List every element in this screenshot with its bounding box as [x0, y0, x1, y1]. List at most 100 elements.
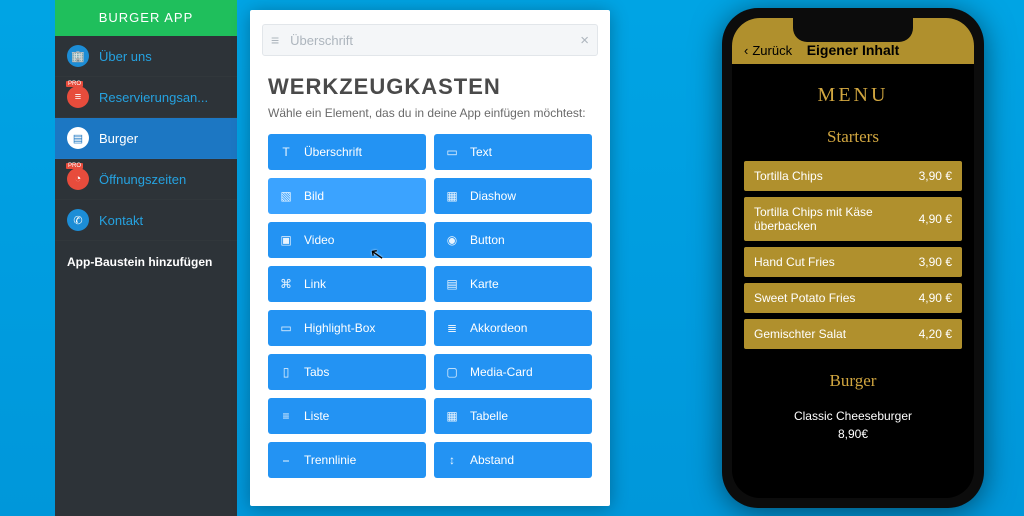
tool-label: Bild	[304, 189, 324, 203]
menu-item-price: 8,90€	[744, 425, 962, 443]
menu-item[interactable]: Tortilla Chips mit Käse überbacken 4,90 €	[744, 197, 962, 241]
tool-divider[interactable]: ⎯ Trennlinie	[268, 442, 426, 478]
tool-map[interactable]: ▤ Karte	[434, 266, 592, 302]
mediacard-tool-icon: ▢	[444, 365, 460, 379]
tool-tabs[interactable]: ▯ Tabs	[268, 354, 426, 390]
phone-content: MENU Starters Tortilla Chips 3,90 € Torti…	[732, 64, 974, 453]
menu-list-starters: Tortilla Chips 3,90 € Tortilla Chips mit …	[744, 161, 962, 349]
tool-slideshow[interactable]: ▦ Diashow	[434, 178, 592, 214]
tool-label: Tabs	[304, 365, 329, 379]
menu-section-heading: Burger	[744, 371, 962, 391]
menu-item-name: Tortilla Chips	[754, 169, 823, 183]
tool-accordion[interactable]: ≣ Akkordeon	[434, 310, 592, 346]
tool-label: Video	[304, 233, 334, 247]
tool-label: Abstand	[470, 453, 514, 467]
building-icon: 🏢	[67, 45, 89, 67]
tool-label: Tabelle	[470, 409, 508, 423]
tool-label: Akkordeon	[470, 321, 527, 335]
editor-panel: ≡ Überschrift × WERKZEUGKASTEN Wähle ein…	[250, 10, 610, 506]
tool-link[interactable]: ⌘ Link	[268, 266, 426, 302]
menu-item-price: 3,90 €	[919, 169, 952, 183]
clock-icon: ◔	[67, 168, 89, 190]
menu-item-name: Gemischter Salat	[754, 327, 846, 341]
add-module-button[interactable]: App-Baustein hinzufügen	[55, 241, 237, 283]
phone-icon: ✆	[67, 209, 89, 231]
tool-image[interactable]: ▧ Bild	[268, 178, 426, 214]
phone-page-title: Eigener Inhalt	[732, 42, 974, 58]
tool-label: Karte	[470, 277, 499, 291]
tool-label: Trennlinie	[304, 453, 356, 467]
sidebar-item-label: Über uns	[99, 49, 152, 64]
text-tool-icon: ▭	[444, 145, 460, 159]
sidebar-item-label: Kontakt	[99, 213, 143, 228]
link-tool-icon: ⌘	[278, 277, 294, 291]
list-icon: ≡	[67, 86, 89, 108]
sidebar-item-contact[interactable]: ✆ Kontakt	[55, 200, 237, 241]
tool-text[interactable]: ▭ Text	[434, 134, 592, 170]
slideshow-tool-icon: ▦	[444, 189, 460, 203]
menu-item-name: Classic Cheeseburger	[744, 407, 962, 425]
menu-item-name: Sweet Potato Fries	[754, 291, 855, 305]
menu-item-price: 4,90 €	[919, 291, 952, 305]
menu-item[interactable]: Tortilla Chips 3,90 €	[744, 161, 962, 191]
heading-tool-icon: T	[278, 145, 294, 159]
menu-item[interactable]: Hand Cut Fries 3,90 €	[744, 247, 962, 277]
tool-label: Text	[470, 145, 492, 159]
sidebar-item-reservations[interactable]: PRO ≡ Reservierungsan...	[55, 77, 237, 118]
table-tool-icon: ▦	[444, 409, 460, 423]
phone-frame: ‹ Zurück Eigener Inhalt MENU Starters To…	[722, 8, 984, 508]
tool-button[interactable]: ◉Button	[434, 222, 592, 258]
menu-item-price: 4,90 €	[919, 212, 952, 226]
tool-label: Diashow	[470, 189, 516, 203]
sidebar-item-burger[interactable]: ▤ Burger	[55, 118, 237, 159]
menu-section-heading: Starters	[744, 127, 962, 147]
heading-block-placeholder: Überschrift	[290, 33, 353, 48]
pro-badge: PRO	[66, 163, 83, 169]
menu-item-name: Tortilla Chips mit Käse überbacken	[754, 205, 911, 233]
menu-item-price: 3,90 €	[919, 255, 952, 269]
sidebar-item-about[interactable]: 🏢 Über uns	[55, 36, 237, 77]
highlight-tool-icon: ▭	[278, 321, 294, 335]
menu-item[interactable]: Gemischter Salat 4,20 €	[744, 319, 962, 349]
tool-video[interactable]: ▣ Video	[268, 222, 426, 258]
tool-label: Liste	[304, 409, 329, 423]
phone-screen: ‹ Zurück Eigener Inhalt MENU Starters To…	[732, 18, 974, 498]
tool-spacer[interactable]: ↕ Abstand	[434, 442, 592, 478]
close-icon[interactable]: ×	[580, 32, 589, 49]
sidebar-item-label: Öffnungszeiten	[99, 172, 186, 187]
tool-label: Highlight-Box	[304, 321, 375, 335]
menu-heading: MENU	[744, 84, 962, 107]
image-tool-icon: ▧	[278, 189, 294, 203]
menu-item[interactable]: Sweet Potato Fries 4,90 €	[744, 283, 962, 313]
menu-plain-item: Classic Cheeseburger 8,90€	[744, 407, 962, 443]
tool-heading[interactable]: T Überschrift	[268, 134, 426, 170]
spacer-tool-icon: ↕	[444, 453, 460, 467]
tool-label: Media-Card	[470, 365, 533, 379]
tool-list[interactable]: ≡ Liste	[268, 398, 426, 434]
sidebar: BURGER APP 🏢 Über uns PRO ≡ Reservierung…	[55, 0, 237, 516]
pro-badge: PRO	[66, 81, 83, 87]
tool-label: Link	[304, 277, 326, 291]
app-name-header: BURGER APP	[55, 0, 237, 36]
tool-highlight[interactable]: ▭ Highlight-Box	[268, 310, 426, 346]
phone-notch	[793, 18, 913, 42]
tool-label: Überschrift	[304, 145, 362, 159]
sidebar-item-hours[interactable]: PRO ◔ Öffnungszeiten	[55, 159, 237, 200]
map-tool-icon: ▤	[444, 277, 460, 291]
toolbox-subtitle: Wähle ein Element, das du in deine App e…	[268, 106, 592, 120]
heading-block-stub[interactable]: ≡ Überschrift ×	[262, 24, 598, 56]
tool-mediacard[interactable]: ▢ Media-Card	[434, 354, 592, 390]
menu-item-price: 4,20 €	[919, 327, 952, 341]
toolbox-title: WERKZEUGKASTEN	[268, 74, 592, 100]
drag-handle-icon[interactable]: ≡	[271, 32, 278, 48]
tool-table[interactable]: ▦ Tabelle	[434, 398, 592, 434]
list-tool-icon: ≡	[278, 409, 294, 423]
page-icon: ▤	[67, 127, 89, 149]
divider-tool-icon: ⎯	[278, 453, 294, 468]
tabs-tool-icon: ▯	[278, 365, 294, 379]
sidebar-item-label: Burger	[99, 131, 138, 146]
sidebar-item-label: Reservierungsan...	[99, 90, 208, 105]
video-tool-icon: ▣	[278, 233, 294, 247]
accordion-tool-icon: ≣	[444, 321, 460, 335]
menu-item-name: Hand Cut Fries	[754, 255, 835, 269]
